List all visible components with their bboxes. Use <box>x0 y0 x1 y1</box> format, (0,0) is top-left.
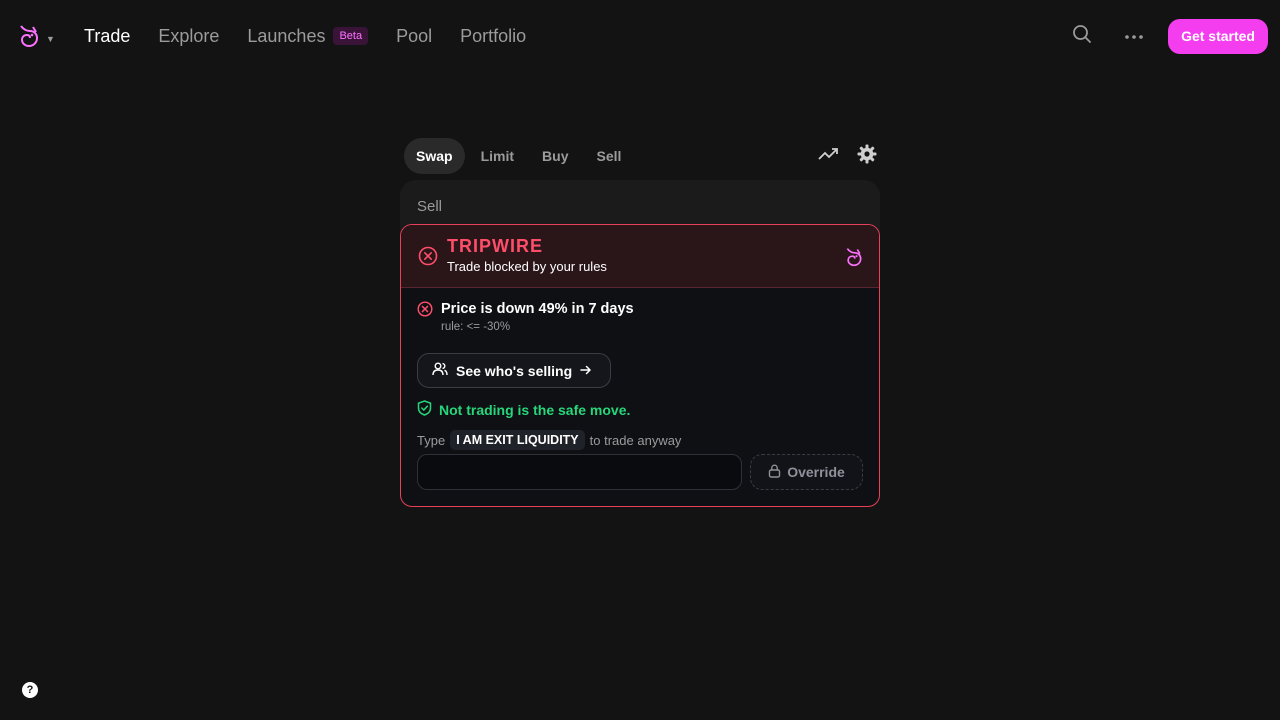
tripwire-modal: TRIPWIRE Trade blocked by your rules Pri… <box>400 224 880 507</box>
logo-menu[interactable]: ▼ <box>18 24 55 53</box>
arrow-right-icon <box>580 363 592 379</box>
nav-launches-label: Launches <box>247 25 326 46</box>
reason-title: Price is down 49% in 7 days <box>441 301 634 317</box>
override-button[interactable]: Override <box>750 454 863 490</box>
safe-message: Not trading is the safe move. <box>417 400 630 419</box>
nav-pool[interactable]: Pool <box>396 26 432 47</box>
see-whos-selling-button[interactable]: See who's selling <box>417 353 611 388</box>
nav-launches[interactable]: Launches Beta <box>247 25 369 47</box>
uniswap-logo-icon <box>844 247 864 272</box>
more-button[interactable] <box>1116 18 1152 54</box>
swap-tabs: Swap Limit Buy Sell <box>400 138 880 174</box>
confirm-phrase: I AM EXIT LIQUIDITY <box>450 430 585 450</box>
shield-check-icon <box>417 400 432 419</box>
confirm-phrase-input[interactable] <box>417 454 742 490</box>
nav-pool-label: Pool <box>396 25 433 46</box>
tab-limit[interactable]: Limit <box>469 138 526 174</box>
tripwire-subtitle: Trade blocked by your rules <box>447 259 607 274</box>
nav-links: Trade Explore Launches Beta Pool Portfol… <box>84 24 554 48</box>
chevron-down-icon: ▼ <box>46 33 55 44</box>
swap-widget: Swap Limit Buy Sell Sell TRIPWIRE Trade … <box>400 138 880 507</box>
override-label: Override <box>787 464 845 480</box>
chart-toggle-button[interactable] <box>816 143 842 169</box>
confirm-instruction: Type I AM EXIT LIQUIDITY to trade anyway <box>417 430 681 450</box>
see-whos-selling-label: See who's selling <box>456 362 573 379</box>
more-dots-icon <box>1124 27 1144 45</box>
nav-trade[interactable]: Trade <box>84 26 130 47</box>
search-icon <box>1072 24 1092 49</box>
tripwire-title: TRIPWIRE <box>447 236 543 256</box>
nav-explore-label: Explore <box>158 25 220 46</box>
uniswap-logo-icon <box>18 24 40 53</box>
nav-portfolio-label: Portfolio <box>460 25 527 46</box>
type-prefix: Type <box>417 432 446 448</box>
trending-up-icon <box>818 147 840 166</box>
beta-badge: Beta <box>333 27 369 45</box>
tab-sell[interactable]: Sell <box>584 138 633 174</box>
type-suffix: to trade anyway <box>589 432 682 448</box>
reason-rule: rule: <= -30% <box>441 321 511 333</box>
help-button[interactable]: ? <box>22 682 38 698</box>
lock-icon <box>768 463 781 481</box>
blocked-x-icon <box>418 246 438 271</box>
settings-button[interactable] <box>854 143 880 169</box>
tab-buy[interactable]: Buy <box>530 138 580 174</box>
gear-icon <box>857 144 877 169</box>
nav-portfolio[interactable]: Portfolio <box>460 26 526 47</box>
get-started-button[interactable]: Get started <box>1168 18 1268 54</box>
nav-explore[interactable]: Explore <box>158 26 219 47</box>
tab-swap[interactable]: Swap <box>404 138 465 174</box>
sell-label: Sell <box>417 198 443 215</box>
nav-actions: Get started <box>1064 18 1268 54</box>
users-icon <box>432 362 448 379</box>
safe-message-text: Not trading is the safe move. <box>439 401 631 418</box>
swap-tools <box>816 143 880 169</box>
top-nav: ▼ Trade Explore Launches Beta Pool Portf… <box>0 0 1280 72</box>
tripwire-header: TRIPWIRE Trade blocked by your rules <box>401 225 879 288</box>
search-button[interactable] <box>1064 18 1100 54</box>
nav-trade-label: Trade <box>84 25 131 46</box>
reason-x-icon <box>417 301 433 322</box>
